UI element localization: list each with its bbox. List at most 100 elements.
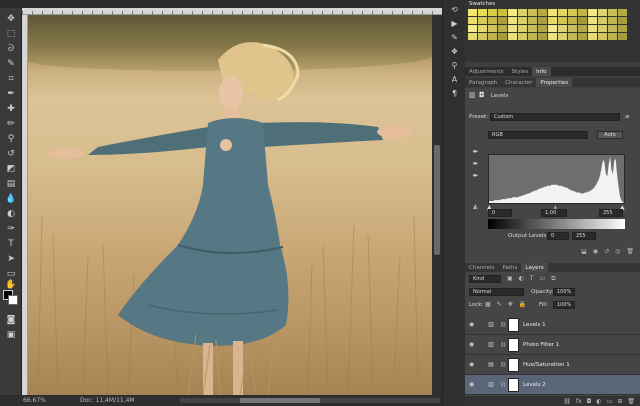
swatch-color[interactable] [558, 9, 567, 16]
kind-filter-dropdown[interactable]: Kind [469, 275, 501, 283]
swatch-color[interactable] [588, 25, 597, 32]
layer-mask-thumbnail[interactable] [508, 317, 519, 332]
swatch-color[interactable] [498, 9, 507, 16]
swatch-color[interactable] [488, 33, 497, 40]
swatch-color[interactable] [608, 25, 617, 32]
clone-source-icon[interactable]: ⚲ [448, 60, 461, 71]
output-black-field[interactable]: 0 [547, 232, 569, 240]
gradient-tool-icon[interactable]: ▤ [3, 177, 19, 190]
view-previous-icon[interactable]: ◉ [593, 248, 598, 260]
character-icon[interactable]: A [448, 74, 461, 85]
smart-object-filter-icon[interactable]: ⧉ [551, 275, 555, 283]
layer-row[interactable]: ◉ ▥ ⛓ Levels 1 [465, 315, 640, 335]
swatch-color[interactable] [618, 33, 627, 40]
swatch-color[interactable] [608, 17, 617, 24]
swatch-color[interactable] [488, 9, 497, 16]
screen-mode-icon[interactable]: ▣ [3, 328, 19, 341]
background-color-swatch[interactable] [8, 295, 18, 305]
swatch-color[interactable] [488, 25, 497, 32]
tab-properties[interactable]: Properties [536, 78, 573, 87]
swatch-color[interactable] [588, 9, 597, 16]
swatch-color[interactable] [618, 9, 627, 16]
swatch-color[interactable] [508, 33, 517, 40]
adjustment-filter-icon[interactable]: ◐ [519, 275, 524, 283]
history-brush-tool-icon[interactable]: ↺ [3, 147, 19, 160]
clipping-warning-icon[interactable]: ◭ [471, 202, 480, 211]
swatch-color[interactable] [568, 9, 577, 16]
swatch-color[interactable] [588, 33, 597, 40]
white-point-eyedropper-icon[interactable]: ✒ [471, 171, 480, 180]
swatch-color[interactable] [598, 25, 607, 32]
swatch-color[interactable] [508, 17, 517, 24]
type-tool-icon[interactable]: T [3, 237, 19, 250]
swatch-color[interactable] [478, 9, 487, 16]
swatch-color[interactable] [538, 9, 547, 16]
swatch-color[interactable] [548, 17, 557, 24]
swatch-color[interactable] [468, 33, 477, 40]
swatch-color[interactable] [528, 17, 537, 24]
swatch-color[interactable] [608, 33, 617, 40]
brush-icon[interactable]: ❖ [448, 46, 461, 57]
swatch-grid[interactable] [468, 9, 627, 40]
swatch-color[interactable] [518, 17, 527, 24]
brush-presets-icon[interactable]: ✎ [448, 32, 461, 43]
paragraph-icon[interactable]: ¶ [448, 88, 461, 99]
eraser-tool-icon[interactable]: ◩ [3, 162, 19, 175]
pixel-filter-icon[interactable]: ▣ [507, 275, 513, 283]
layer-row[interactable]: ◉ ▤ ⛓ Hue/Saturation 1 [465, 355, 640, 375]
swatch-color[interactable] [478, 25, 487, 32]
swatch-color[interactable] [558, 33, 567, 40]
swatch-color[interactable] [568, 17, 577, 24]
brush-tool-icon[interactable]: ✏ [3, 117, 19, 130]
tab-layers[interactable]: Layers [521, 263, 548, 272]
tab-styles[interactable]: Styles [507, 67, 532, 76]
tab-paths[interactable]: Paths [498, 263, 521, 272]
swatch-color[interactable] [598, 9, 607, 16]
swatch-color[interactable] [618, 17, 627, 24]
swatch-color[interactable] [538, 25, 547, 32]
shape-filter-icon[interactable]: ▭ [540, 275, 546, 283]
scroll-thumb[interactable] [434, 145, 440, 255]
swatch-color[interactable] [558, 25, 567, 32]
mask-link-icon[interactable]: ⛓ [500, 382, 506, 388]
blur-tool-icon[interactable]: 💧 [3, 192, 19, 205]
type-filter-icon[interactable]: T [530, 275, 534, 283]
healing-brush-tool-icon[interactable]: ✚ [3, 102, 19, 115]
swatch-color[interactable] [468, 9, 477, 16]
swatch-color[interactable] [498, 17, 507, 24]
new-layer-icon[interactable]: ⊞ [617, 398, 622, 405]
layer-name[interactable]: Hue/Saturation 1 [523, 362, 570, 368]
path-selection-tool-icon[interactable]: ➤ [3, 252, 19, 265]
zoom-level[interactable]: 66.67% [23, 397, 46, 404]
layer-name[interactable]: Photo Filter 1 [523, 342, 559, 348]
reset-icon[interactable]: ↺ [604, 248, 609, 260]
tab-paragraph[interactable]: Paragraph [465, 78, 501, 87]
lock-position-icon[interactable]: ✥ [508, 301, 513, 308]
marquee-tool-icon[interactable]: ⬚ [3, 27, 19, 40]
swatch-color[interactable] [608, 9, 617, 16]
document-canvas[interactable] [28, 15, 432, 395]
mask-link-icon[interactable]: ⛓ [500, 362, 506, 368]
swatch-color[interactable] [548, 9, 557, 16]
black-point-eyedropper-icon[interactable]: ✒ [471, 147, 480, 156]
visibility-eye-icon[interactable]: ◉ [469, 381, 474, 388]
layer-row[interactable]: ◉ ▥ ⛓ Levels 2 [465, 375, 640, 395]
tab-adjustments[interactable]: Adjustments [465, 67, 507, 76]
swatch-color[interactable] [508, 25, 517, 32]
panel-menu-icon[interactable]: ≡ [625, 114, 630, 120]
swatch-color[interactable] [538, 17, 547, 24]
swatch-color[interactable] [578, 33, 587, 40]
swatch-color[interactable] [508, 9, 517, 16]
mask-link-icon[interactable]: ⛓ [500, 342, 506, 348]
tab-info[interactable]: Info [532, 67, 551, 76]
layer-mask-thumbnail[interactable] [508, 337, 519, 352]
blend-mode-dropdown[interactable]: Normal [469, 288, 524, 296]
swatch-color[interactable] [578, 17, 587, 24]
layer-name[interactable]: Levels 2 [523, 382, 546, 388]
swatch-color[interactable] [538, 33, 547, 40]
layer-style-icon[interactable]: fx [576, 398, 582, 405]
swatch-color[interactable] [618, 25, 627, 32]
clone-stamp-tool-icon[interactable]: ⚲ [3, 132, 19, 145]
visibility-eye-icon[interactable]: ◉ [469, 321, 474, 328]
swatch-color[interactable] [598, 17, 607, 24]
